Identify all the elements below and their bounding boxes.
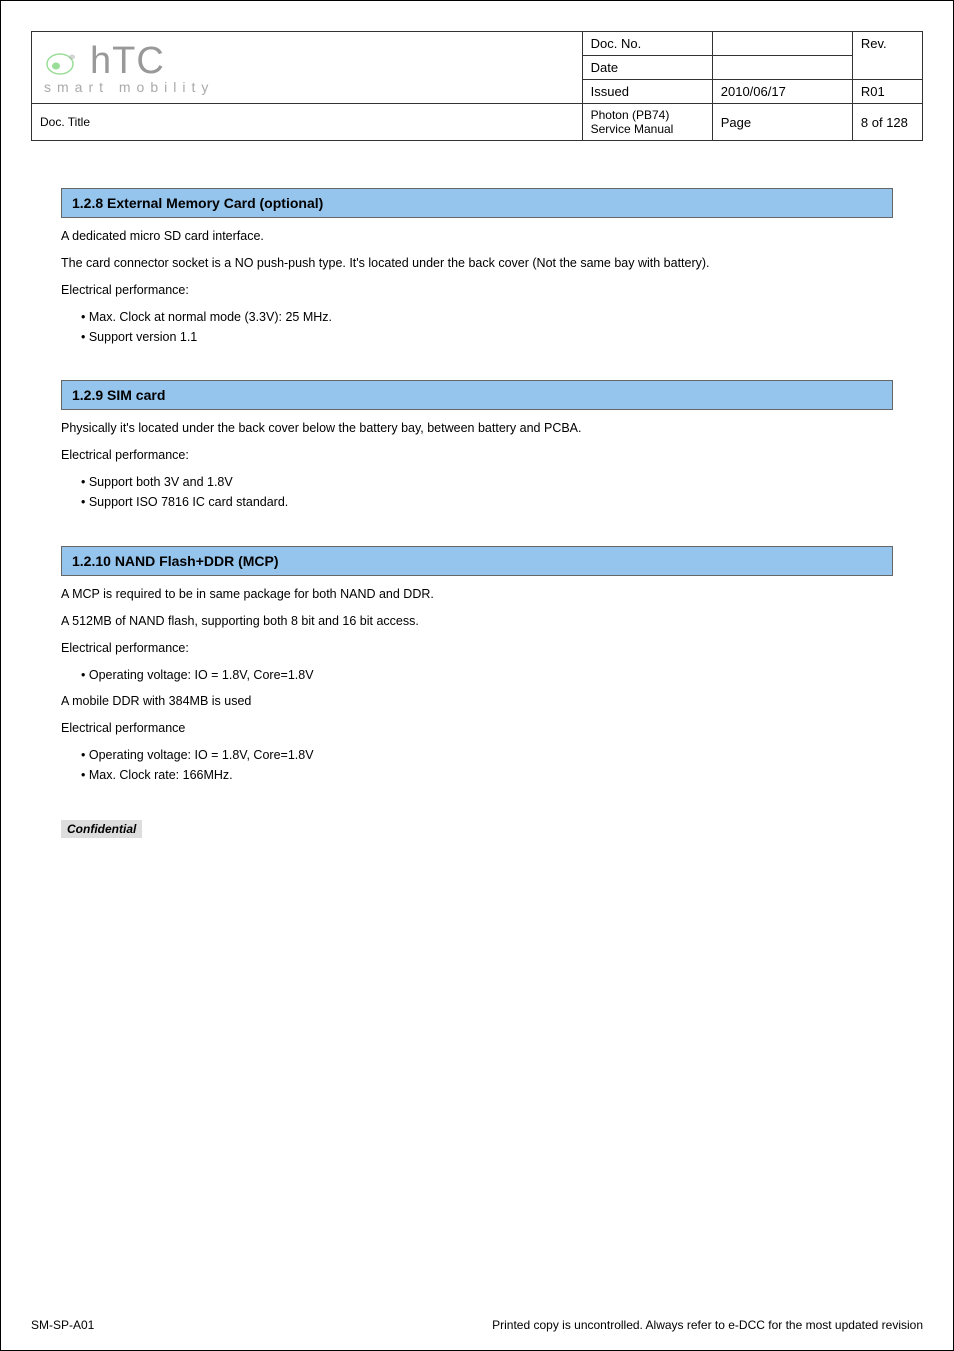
bullet-item: • Max. Clock at normal mode (3.3V): 25 M… <box>81 309 893 326</box>
bullet-item: • Operating voltage: IO = 1.8V, Core=1.8… <box>81 667 893 684</box>
issued-value: 2010/06/17 <box>712 80 852 104</box>
confidential-label: Confidential <box>61 802 893 838</box>
section-header-3: 1.2.10 NAND Flash+DDR (MCP) <box>61 546 893 576</box>
doc-no-label: Doc. No. <box>582 32 712 56</box>
bullet-item: • Support version 1.1 <box>81 329 893 346</box>
rev-cell: Rev. <box>852 32 922 80</box>
section-header-1: 1.2.8 External Memory Card (optional) <box>61 188 893 218</box>
body-text: Electrical performance: <box>61 640 893 657</box>
body-text: A MCP is required to be in same package … <box>61 586 893 603</box>
doc-title-value: Photon (PB74) Service Manual <box>582 104 712 141</box>
body-text: Physically it's located under the back c… <box>61 420 893 437</box>
header-table: hTC smart mobility Doc. No. Rev. Date Is… <box>31 31 923 141</box>
date-label: Date <box>582 56 712 80</box>
body-text: Electrical performance <box>61 720 893 737</box>
htc-logo-icon <box>44 42 84 82</box>
brand-logo: hTC <box>44 40 165 83</box>
body-text: A 512MB of NAND flash, supporting both 8… <box>61 613 893 630</box>
bullet-item: • Support both 3V and 1.8V <box>81 474 893 491</box>
bullet-item: • Support ISO 7816 IC card standard. <box>81 494 893 511</box>
footer-right: Printed copy is uncontrolled. Always ref… <box>492 1318 923 1332</box>
doc-no-value <box>712 32 852 56</box>
issued-label: Issued <box>582 80 712 104</box>
body-text: The card connector socket is a NO push-p… <box>61 255 893 272</box>
page-label: Page <box>712 104 852 141</box>
rev-value: R01 <box>852 80 922 104</box>
body-text: A dedicated micro SD card interface. <box>61 228 893 245</box>
confidential-badge: Confidential <box>61 820 142 838</box>
doc-title-label: Doc. Title <box>32 104 583 141</box>
bullet-item: • Max. Clock rate: 166MHz. <box>81 767 893 784</box>
logo-cell: hTC smart mobility <box>32 32 583 104</box>
body-text: Electrical performance: <box>61 447 893 464</box>
rev-label: Rev. <box>861 36 914 51</box>
content-area: 1.2.8 External Memory Card (optional) A … <box>31 171 923 838</box>
bullet-item: • Operating voltage: IO = 1.8V, Core=1.8… <box>81 747 893 764</box>
footer: SM-SP-A01 Printed copy is uncontrolled. … <box>31 1318 923 1332</box>
body-text: A mobile DDR with 384MB is used <box>61 693 893 710</box>
date-value <box>712 56 852 80</box>
body-text: Electrical performance: <box>61 282 893 299</box>
section-header-2: 1.2.9 SIM card <box>61 380 893 410</box>
footer-left: SM-SP-A01 <box>31 1318 94 1332</box>
brand-name: hTC <box>90 40 165 83</box>
page-container: hTC smart mobility Doc. No. Rev. Date Is… <box>0 0 954 1351</box>
page-value: 8 of 128 <box>852 104 922 141</box>
